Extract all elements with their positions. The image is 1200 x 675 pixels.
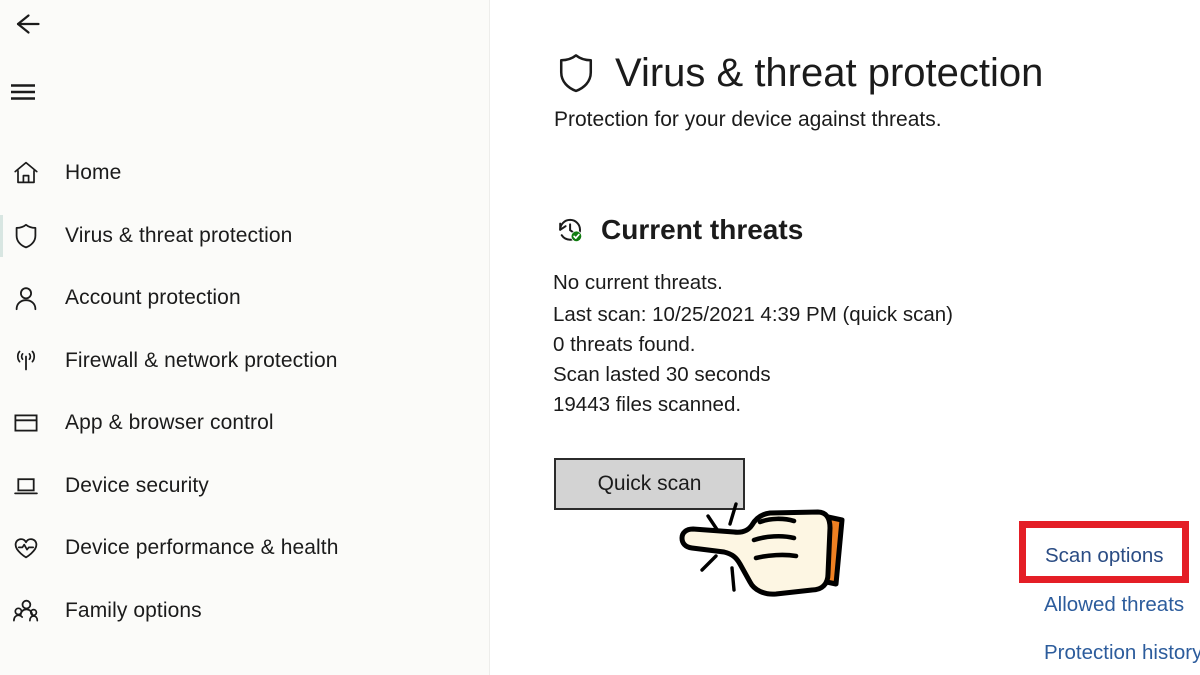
navigation-sidebar: Home Virus & threat protection Account p… bbox=[0, 0, 490, 675]
shield-icon bbox=[553, 50, 599, 96]
current-threats-header: Current threats bbox=[553, 210, 1193, 250]
heart-pulse-icon bbox=[8, 530, 44, 566]
hamburger-menu-icon bbox=[8, 80, 38, 109]
shield-icon bbox=[8, 218, 44, 254]
selection-indicator bbox=[0, 214, 3, 257]
back-button[interactable] bbox=[0, 4, 48, 48]
wireless-signal-icon bbox=[8, 343, 44, 379]
home-icon bbox=[8, 155, 44, 191]
sidebar-item-label: Device security bbox=[65, 473, 209, 497]
sidebar-item-label: Firewall & network protection bbox=[65, 348, 338, 372]
people-group-icon bbox=[8, 593, 44, 629]
sidebar-item-device-performance-health[interactable]: Device performance & health bbox=[0, 517, 490, 580]
browser-window-icon bbox=[8, 405, 44, 441]
current-threats-heading: Current threats bbox=[601, 214, 804, 245]
sidebar-item-label: Family options bbox=[65, 598, 202, 622]
sidebar-item-app-browser-control[interactable]: App & browser control bbox=[0, 392, 490, 455]
page-subtitle: Protection for your device against threa… bbox=[554, 108, 942, 131]
allowed-threats-link[interactable]: Allowed threats bbox=[1044, 593, 1184, 617]
sidebar-item-family-options[interactable]: Family options bbox=[0, 580, 490, 643]
scan-duration-text: Scan lasted 30 seconds bbox=[553, 363, 771, 386]
sidebar-item-label: Home bbox=[65, 161, 122, 185]
windows-security-window: Home Virus & threat protection Account p… bbox=[0, 0, 1200, 675]
sidebar-item-firewall-network-protection[interactable]: Firewall & network protection bbox=[0, 330, 490, 393]
clock-history-check-icon bbox=[553, 213, 587, 247]
selection-indicator bbox=[0, 402, 3, 444]
hamburger-menu-button[interactable] bbox=[0, 72, 48, 116]
sidebar-item-home[interactable]: Home bbox=[0, 142, 490, 205]
sidebar-item-label: Virus & threat protection bbox=[65, 223, 293, 247]
sidebar-nav-list: Home Virus & threat protection Account p… bbox=[0, 142, 490, 642]
selection-indicator bbox=[0, 465, 3, 507]
laptop-icon bbox=[8, 468, 44, 504]
sidebar-item-virus-threat-protection[interactable]: Virus & threat protection bbox=[0, 205, 490, 268]
arrow-left-icon bbox=[8, 8, 40, 45]
person-icon bbox=[8, 280, 44, 316]
current-threats-section: Current threats No current threats. Last… bbox=[553, 210, 1193, 420]
selection-indicator bbox=[0, 527, 3, 569]
threat-status-text: No current threats. bbox=[553, 271, 723, 294]
sidebar-item-device-security[interactable]: Device security bbox=[0, 455, 490, 518]
sidebar-item-label: App & browser control bbox=[65, 411, 274, 435]
scan-options-link[interactable]: Scan options bbox=[1045, 544, 1164, 568]
page-header: Virus & threat protection bbox=[553, 26, 1043, 120]
current-threats-details: No current threats. Last scan: 10/25/202… bbox=[553, 268, 1193, 420]
main-content-pane: Virus & threat protection Protection for… bbox=[491, 0, 1200, 675]
selection-indicator bbox=[0, 277, 3, 319]
page-title: Virus & threat protection bbox=[615, 50, 1044, 95]
selection-indicator bbox=[0, 590, 3, 632]
selection-indicator bbox=[0, 340, 3, 382]
sidebar-item-label: Device performance & health bbox=[65, 536, 339, 560]
threats-found-text: 0 threats found. bbox=[553, 333, 696, 356]
selection-indicator bbox=[0, 152, 3, 194]
quick-scan-button[interactable]: Quick scan bbox=[554, 458, 745, 510]
protection-history-link[interactable]: Protection history bbox=[1044, 641, 1200, 665]
last-scan-text: Last scan: 10/25/2021 4:39 PM (quick sca… bbox=[553, 303, 953, 326]
sidebar-item-account-protection[interactable]: Account protection bbox=[0, 267, 490, 330]
files-scanned-text: 19443 files scanned. bbox=[553, 393, 742, 416]
sidebar-item-label: Account protection bbox=[65, 286, 241, 310]
